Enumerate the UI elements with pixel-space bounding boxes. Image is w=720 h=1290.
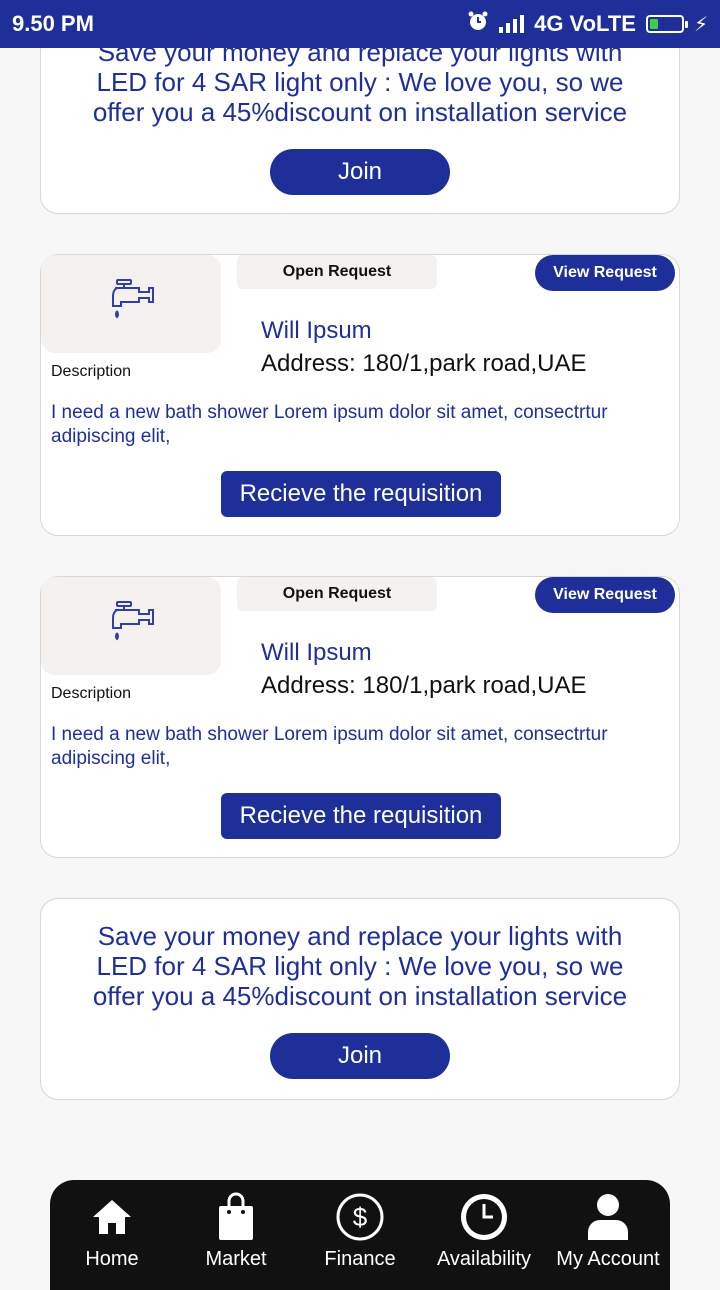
request-card: Open Request View Request Will Ipsum Add… (40, 576, 680, 858)
description-label: Description (51, 685, 132, 702)
status-bar: 9.50 PM 4G VoLTE ⚡ (0, 0, 720, 48)
shopping-bag-icon (215, 1190, 257, 1244)
nav-label: Availability (436, 1248, 532, 1270)
faucet-icon (105, 278, 157, 331)
status-badge: Open Request (237, 577, 437, 611)
request-address: Address: 180/1,park road,UAE (261, 672, 587, 699)
join-button[interactable]: Join (270, 1033, 450, 1079)
nav-label: My Account (556, 1248, 660, 1270)
nav-label: Home (85, 1248, 139, 1270)
nav-availability[interactable]: Availability (422, 1190, 546, 1271)
view-request-button[interactable]: View Request (535, 577, 675, 613)
faucet-icon (105, 600, 157, 653)
receive-requisition-button[interactable]: Recieve the requisition (221, 471, 501, 517)
promo-text: Save your money and replace your lights … (92, 37, 628, 127)
status-indicators: 4G VoLTE ⚡ (467, 10, 708, 38)
nav-home[interactable]: Home (50, 1190, 174, 1271)
receive-requisition-button[interactable]: Recieve the requisition (221, 793, 501, 839)
promo-card-bottom: Save your money and replace your lights … (40, 898, 680, 1100)
view-request-button[interactable]: View Request (535, 255, 675, 291)
charging-icon: ⚡ (693, 13, 708, 36)
request-card: Open Request View Request Will Ipsum Add… (40, 254, 680, 536)
join-button[interactable]: Join (270, 149, 450, 195)
status-time: 9.50 PM (12, 11, 94, 36)
signal-icon (499, 15, 525, 33)
network-label: 4G VoLTE (534, 11, 636, 36)
alarm-icon (467, 10, 489, 38)
dollar-icon: $ (335, 1190, 385, 1244)
description-text: I need a new bath shower Lorem ipsum dol… (51, 724, 608, 769)
nav-finance[interactable]: $ Finance (298, 1190, 422, 1271)
request-thumbnail (41, 577, 221, 675)
svg-text:$: $ (353, 1202, 368, 1232)
battery-low-icon (645, 15, 688, 33)
description-label: Description (51, 363, 132, 380)
requester-name: Will Ipsum (261, 639, 372, 666)
request-thumbnail (41, 255, 221, 353)
nav-my-account[interactable]: My Account (546, 1190, 670, 1271)
clock-icon (459, 1190, 509, 1244)
user-icon (586, 1190, 630, 1244)
request-address: Address: 180/1,park road,UAE (261, 350, 587, 377)
status-badge: Open Request (237, 255, 437, 289)
home-icon (91, 1190, 133, 1244)
description-text: I need a new bath shower Lorem ipsum dol… (51, 402, 608, 447)
promo-text: Save your money and replace your lights … (92, 921, 628, 1011)
nav-label: Market (205, 1248, 267, 1270)
nav-label: Finance (324, 1248, 396, 1270)
requester-name: Will Ipsum (261, 317, 372, 344)
bottom-navigation: Home Market $ Finance Availability My Ac… (50, 1180, 670, 1290)
nav-market[interactable]: Market (174, 1190, 298, 1271)
